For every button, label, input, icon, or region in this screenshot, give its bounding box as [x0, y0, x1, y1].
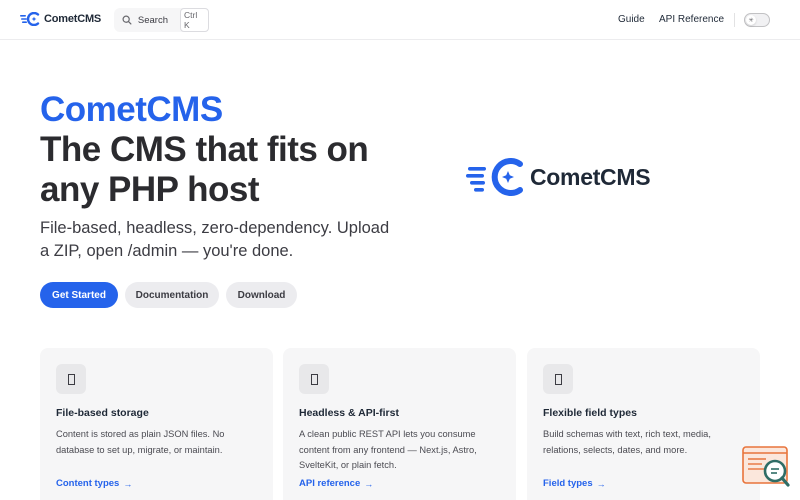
feature-title: File-based storage	[56, 407, 149, 419]
search-shortcut: Ctrl K	[180, 8, 209, 32]
feature-details: Content is stored as plain JSON files. N…	[56, 429, 225, 455]
get-started-button[interactable]: Get Started	[40, 282, 118, 308]
hero-logo: CometCMS	[466, 158, 651, 196]
documentation-button[interactable]: Documentation	[125, 282, 219, 308]
top-nav: CometCMS Search Ctrl K Guide API Referen…	[0, 0, 800, 40]
comet-logo-icon	[466, 158, 523, 196]
feature-icon	[56, 364, 86, 394]
search-doc-icon	[742, 446, 790, 487]
feature-link-content-types[interactable]: Content types →	[56, 478, 132, 489]
brand-name: CometCMS	[44, 13, 102, 25]
comet-logo-icon	[20, 12, 40, 26]
hero-tagline: File-based, headless, zero-dependency. U…	[40, 219, 390, 260]
search-icon	[122, 15, 132, 25]
feature-link-api-reference[interactable]: API reference →	[299, 478, 373, 489]
download-button[interactable]: Download	[226, 282, 297, 308]
feature-link-text: Field types	[543, 478, 593, 489]
feature-title: Flexible field types	[543, 407, 637, 419]
arrow-right-icon: →	[123, 478, 133, 489]
arrow-right-icon: →	[364, 478, 374, 489]
nav-link-api-reference[interactable]: API Reference	[659, 14, 724, 25]
hero-logo-text: CometCMS	[530, 163, 651, 190]
search-button[interactable]: Search Ctrl K	[114, 8, 209, 32]
sun-icon: ✳	[746, 15, 756, 25]
feature-card-field-types: Flexible field types Build schemas with …	[527, 348, 760, 500]
feature-title: Headless & API-first	[299, 407, 399, 419]
feature-link-text: Content types	[56, 478, 120, 489]
feature-icon	[543, 364, 573, 394]
brand-link[interactable]: CometCMS	[20, 12, 101, 26]
feature-details: Build schemas with text, rich text, medi…	[543, 429, 711, 455]
search-label: Search	[137, 14, 168, 26]
feature-link-text: API reference	[299, 478, 361, 489]
theme-toggle[interactable]: ✳	[744, 13, 770, 27]
hero-name: CometCMS	[40, 90, 223, 129]
feature-details: A clean public REST API lets you consume…	[299, 429, 477, 470]
hero-headline: The CMS that fits on any PHP host	[40, 130, 369, 209]
feature-link-field-types[interactable]: Field types →	[543, 478, 606, 489]
search-doc-widget[interactable]	[742, 446, 792, 490]
feature-icon	[299, 364, 329, 394]
feature-card-file-storage: File-based storage Content is stored as …	[40, 348, 273, 500]
feature-card-headless: Headless & API-first A clean public REST…	[283, 348, 516, 500]
nav-link-guide[interactable]: Guide	[618, 14, 645, 25]
nav-divider	[734, 13, 735, 27]
arrow-right-icon: →	[596, 478, 606, 489]
